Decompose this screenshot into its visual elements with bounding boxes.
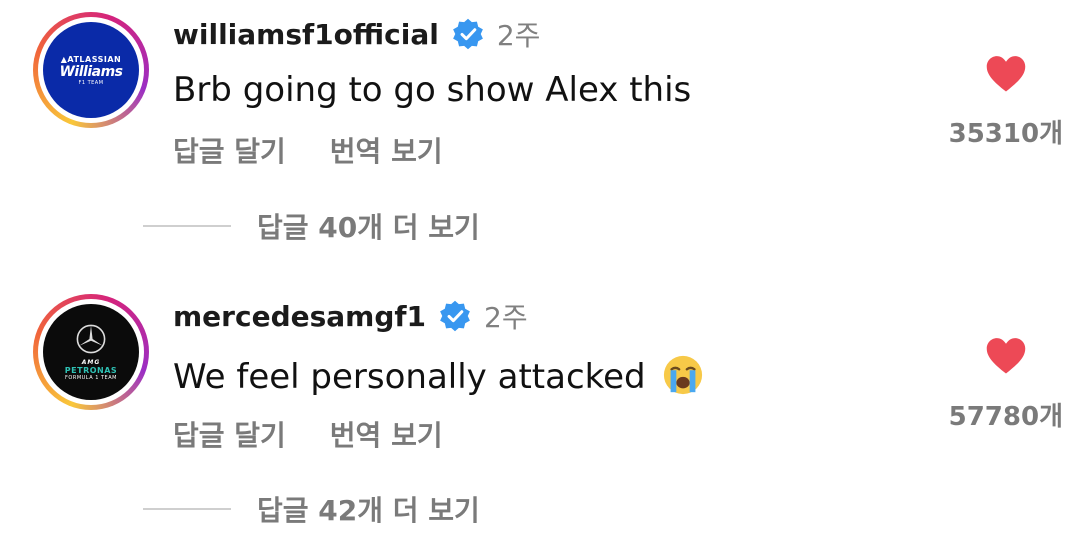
mercedes-logo: AMG PETRONAS FORMULA 1 TEAM xyxy=(43,304,139,400)
username[interactable]: williamsf1official xyxy=(173,18,439,51)
replies-divider xyxy=(143,508,231,510)
verified-badge-icon xyxy=(452,18,483,50)
replies-divider xyxy=(143,225,231,227)
logo-williams: Williams xyxy=(59,63,123,80)
username[interactable]: mercedesamgf1 xyxy=(173,300,426,333)
logo-formula1: FORMULA 1 TEAM xyxy=(65,375,117,381)
timestamp: 2주 xyxy=(496,19,541,52)
avatar[interactable]: ▲ATLASSIAN Williams F1 TEAM xyxy=(33,12,149,128)
timestamp: 2주 xyxy=(484,301,528,334)
reply-button[interactable]: 답글 달기 xyxy=(173,130,286,170)
mercedes-star-icon xyxy=(76,324,106,354)
view-replies-label[interactable]: 답글 40개 더 보기 xyxy=(257,206,480,246)
verified-badge-icon xyxy=(440,300,470,332)
loudly-crying-face-emoji xyxy=(664,355,703,395)
translate-button[interactable]: 번역 보기 xyxy=(330,414,443,454)
heart-icon[interactable] xyxy=(985,336,1027,376)
view-replies[interactable]: 답글 42개 더 보기 xyxy=(143,489,480,529)
comment-header: mercedesamgf1 2주 xyxy=(173,296,528,336)
translate-button[interactable]: 번역 보기 xyxy=(330,130,443,170)
heart-icon[interactable] xyxy=(985,54,1027,94)
logo-f1team: F1 TEAM xyxy=(78,79,104,86)
view-replies-label[interactable]: 답글 42개 더 보기 xyxy=(257,489,480,529)
logo-petronas: PETRONAS xyxy=(64,366,118,375)
comment-text-body: We feel personally attacked xyxy=(173,357,646,397)
like-count: 57780개 xyxy=(948,402,1063,432)
view-replies[interactable]: 답글 40개 더 보기 xyxy=(143,206,480,246)
like-count: 35310개 xyxy=(948,119,1063,149)
avatar-border: ▲ATLASSIAN Williams F1 TEAM xyxy=(38,17,144,123)
comment-actions: 답글 달기 번역 보기 xyxy=(173,414,443,454)
comment-text: We feel personally attacked xyxy=(173,354,704,397)
comment-actions: 답글 달기 번역 보기 xyxy=(173,130,443,170)
comment-header: williamsf1official 2주 xyxy=(173,14,540,54)
logo-atlassian: ▲ATLASSIAN xyxy=(60,54,122,64)
avatar-border: AMG PETRONAS FORMULA 1 TEAM xyxy=(38,299,144,405)
williams-logo: ▲ATLASSIAN Williams F1 TEAM xyxy=(43,22,139,118)
logo-amg: AMG xyxy=(81,359,101,366)
avatar[interactable]: AMG PETRONAS FORMULA 1 TEAM xyxy=(33,294,149,410)
reply-button[interactable]: 답글 달기 xyxy=(173,414,286,454)
comment-text: Brb going to go show Alex this xyxy=(173,70,692,110)
